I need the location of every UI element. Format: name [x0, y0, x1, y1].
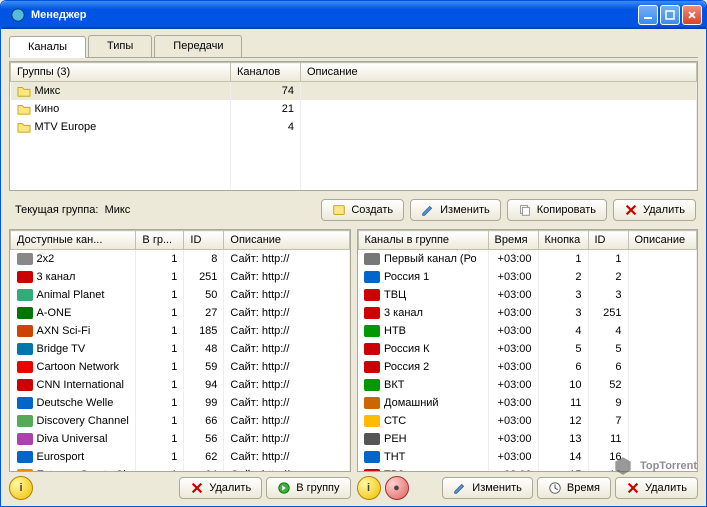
- color-button[interactable]: ●: [385, 476, 409, 500]
- available-column: Доступные кан... В гр... ID Описание 2x2…: [9, 229, 351, 500]
- create-button[interactable]: Создать: [321, 199, 404, 221]
- channel-row[interactable]: Animal Planet150Сайт: http://: [11, 286, 350, 304]
- minimize-button[interactable]: [638, 5, 658, 25]
- channel-row[interactable]: Diva Universal156Сайт: http://: [11, 430, 350, 448]
- edit-button[interactable]: Изменить: [410, 199, 501, 221]
- content-area: Каналы Типы Передачи Группы (3) Каналов …: [1, 29, 706, 506]
- app-window: Менеджер Каналы Типы Передачи Группы (3)…: [0, 0, 707, 507]
- channel-row[interactable]: Cartoon Network159Сайт: http://: [11, 358, 350, 376]
- edit-group-button[interactable]: Изменить: [442, 477, 533, 499]
- col-avail-name[interactable]: Доступные кан...: [11, 231, 136, 250]
- channel-row[interactable]: Россия 2+03:0066: [358, 358, 697, 376]
- pencil-icon: [421, 203, 435, 217]
- group-toolbar: Текущая группа: Микс Создать Изменить Ко…: [9, 195, 698, 225]
- channel-row[interactable]: Первый канал (Ро+03:0011: [358, 250, 697, 268]
- channel-row[interactable]: ТВ3+03:001512: [358, 466, 697, 472]
- tab-bar: Каналы Типы Передачи: [9, 35, 698, 58]
- channel-row[interactable]: ВКТ+03:001052: [358, 376, 697, 394]
- delete-icon: [624, 203, 638, 217]
- delete-avail-button[interactable]: Удалить: [179, 477, 262, 499]
- channel-row[interactable]: Россия К+03:0055: [358, 340, 697, 358]
- available-table[interactable]: Доступные кан... В гр... ID Описание 2x2…: [9, 229, 351, 472]
- groups-table[interactable]: Группы (3) Каналов Описание Микс74Кино21…: [9, 61, 698, 191]
- channel-row[interactable]: Домашний+03:00119: [358, 394, 697, 412]
- time-button[interactable]: Время: [537, 477, 611, 499]
- arrow-right-icon: [277, 481, 291, 495]
- channel-row[interactable]: Россия 1+03:0022: [358, 268, 697, 286]
- channel-row[interactable]: 3 канал1251Сайт: http://: [11, 268, 350, 286]
- titlebar[interactable]: Менеджер: [1, 1, 706, 29]
- window-title: Менеджер: [5, 8, 636, 22]
- pencil-icon: [453, 481, 467, 495]
- delete-group-button[interactable]: Удалить: [615, 477, 698, 499]
- in-group-footer: i ● Изменить Время Удалить: [357, 472, 699, 500]
- tab-channels[interactable]: Каналы: [9, 36, 86, 58]
- col-group-desc[interactable]: Описание: [628, 231, 697, 250]
- channel-row[interactable]: CNN International194Сайт: http://: [11, 376, 350, 394]
- delete-icon: [626, 481, 640, 495]
- channel-row[interactable]: ТВЦ+03:0033: [358, 286, 697, 304]
- close-button[interactable]: [682, 5, 702, 25]
- channel-row[interactable]: A-ONE127Сайт: http://: [11, 304, 350, 322]
- available-footer: i Удалить В группу: [9, 472, 351, 500]
- info-button-left[interactable]: i: [9, 476, 33, 500]
- group-row[interactable]: MTV Europe4: [11, 118, 697, 136]
- group-row[interactable]: Микс74: [11, 82, 697, 101]
- to-group-button[interactable]: В группу: [266, 477, 350, 499]
- delete-icon: [190, 481, 204, 495]
- in-group-table[interactable]: Каналы в группе Время Кнопка ID Описание…: [357, 229, 699, 472]
- group-row[interactable]: Кино21: [11, 100, 697, 118]
- channel-row[interactable]: Bridge TV148Сайт: http://: [11, 340, 350, 358]
- col-group-name[interactable]: Каналы в группе: [358, 231, 488, 250]
- channel-row[interactable]: Extreme Sports Ch164Сайт: http://: [11, 466, 350, 472]
- channel-row[interactable]: РЕН+03:001311: [358, 430, 697, 448]
- tab-types[interactable]: Типы: [88, 35, 152, 57]
- tab-programs[interactable]: Передачи: [154, 35, 242, 57]
- maximize-button[interactable]: [660, 5, 680, 25]
- col-count[interactable]: Каналов: [231, 63, 301, 82]
- channel-row[interactable]: Eurosport162Сайт: http://: [11, 448, 350, 466]
- col-group-id[interactable]: ID: [588, 231, 628, 250]
- col-group[interactable]: Группы (3): [11, 63, 231, 82]
- delete-button[interactable]: Удалить: [613, 199, 696, 221]
- col-avail-desc[interactable]: Описание: [224, 231, 349, 250]
- in-group-column: Каналы в группе Время Кнопка ID Описание…: [357, 229, 699, 500]
- split-panels: Доступные кан... В гр... ID Описание 2x2…: [9, 229, 698, 500]
- clock-icon: [548, 481, 562, 495]
- channel-row[interactable]: Deutsche Welle199Сайт: http://: [11, 394, 350, 412]
- col-avail-groups[interactable]: В гр...: [136, 231, 184, 250]
- channel-row[interactable]: 2x218Сайт: http://: [11, 250, 350, 268]
- current-group-label: Текущая группа: Микс: [11, 204, 315, 216]
- copy-button[interactable]: Копировать: [507, 199, 607, 221]
- channel-row[interactable]: AXN Sci-Fi1185Сайт: http://: [11, 322, 350, 340]
- col-group-button[interactable]: Кнопка: [538, 231, 588, 250]
- col-avail-id[interactable]: ID: [184, 231, 224, 250]
- create-icon: [332, 203, 346, 217]
- col-group-time[interactable]: Время: [488, 231, 538, 250]
- col-desc[interactable]: Описание: [301, 63, 697, 82]
- channel-row[interactable]: 3 канал+03:003251: [358, 304, 697, 322]
- channel-row[interactable]: НТВ+03:0044: [358, 322, 697, 340]
- info-button-right[interactable]: i: [357, 476, 381, 500]
- copy-icon: [518, 203, 532, 217]
- channel-row[interactable]: ТНТ+03:001416: [358, 448, 697, 466]
- channel-row[interactable]: Discovery Channel166Сайт: http://: [11, 412, 350, 430]
- channel-row[interactable]: СТС+03:00127: [358, 412, 697, 430]
